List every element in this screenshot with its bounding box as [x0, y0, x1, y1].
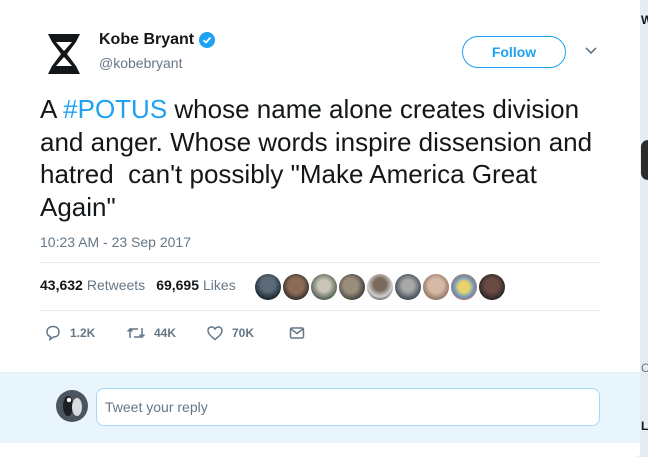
- tweet-actions: 1.2K 44K 70K: [44, 324, 306, 342]
- user-name-row[interactable]: Kobe Bryant: [99, 31, 216, 49]
- liker-avatar[interactable]: [283, 274, 309, 300]
- retweets-count: 43,632: [40, 277, 83, 293]
- chevron-down-icon[interactable]: [584, 46, 598, 56]
- edge-avatar-fragment: [641, 140, 648, 180]
- retweet-count: 44K: [154, 326, 177, 340]
- tweet-text-before: A: [40, 94, 64, 124]
- reply-button[interactable]: 1.2K: [44, 324, 126, 342]
- liker-avatar[interactable]: [255, 274, 281, 300]
- divider: [40, 262, 600, 263]
- likes-label: Likes: [203, 277, 236, 293]
- tweet-card: Kobe Bryant @kobebryant Follow A #POTUS …: [0, 0, 640, 457]
- likes-count: 69,695: [156, 277, 200, 293]
- retweets-stat[interactable]: 43,632 Retweets: [40, 277, 145, 293]
- user-handle[interactable]: @kobebryant: [99, 55, 182, 71]
- like-count: 70K: [232, 326, 255, 340]
- edge-fragment: W: [641, 13, 648, 27]
- retweet-icon: [126, 327, 146, 339]
- reply-count: 1.2K: [70, 326, 96, 340]
- liker-avatars: [255, 274, 505, 300]
- follow-button[interactable]: Follow: [462, 36, 566, 68]
- tweet-timestamp[interactable]: 10:23 AM - 23 Sep 2017: [40, 234, 191, 250]
- liker-avatar[interactable]: [311, 274, 337, 300]
- verified-badge-icon: [199, 32, 216, 48]
- user-avatar-icon: [56, 390, 88, 422]
- divider: [40, 310, 600, 311]
- user-name[interactable]: Kobe Bryant: [99, 31, 194, 49]
- reply-input[interactable]: Tweet your reply: [96, 388, 600, 426]
- like-button[interactable]: 70K: [206, 324, 288, 342]
- hashtag-link[interactable]: #POTUS: [63, 94, 167, 124]
- likes-stat[interactable]: 69,695 Likes: [156, 277, 236, 293]
- envelope-icon: [289, 327, 305, 339]
- edge-fragment: C: [641, 361, 648, 375]
- liker-avatar[interactable]: [367, 274, 393, 300]
- liker-avatar[interactable]: [479, 274, 505, 300]
- retweets-label: Retweets: [86, 277, 146, 293]
- current-user-avatar[interactable]: [56, 390, 88, 422]
- liker-avatar[interactable]: [339, 274, 365, 300]
- reply-icon: [46, 325, 60, 342]
- edge-fragment: L: [641, 419, 648, 433]
- liker-avatar[interactable]: [423, 274, 449, 300]
- hourglass-logo-icon: [48, 34, 80, 74]
- direct-message-button[interactable]: [288, 324, 306, 342]
- tweet-text: A #POTUS whose name alone creates divisi…: [40, 93, 610, 223]
- heart-icon: [207, 326, 223, 341]
- liker-avatar[interactable]: [395, 274, 421, 300]
- profile-avatar[interactable]: [40, 30, 88, 78]
- tweet-stats: 43,632 Retweets 69,695 Likes: [40, 277, 247, 293]
- liker-avatar[interactable]: [451, 274, 477, 300]
- retweet-button[interactable]: 44K: [126, 324, 206, 342]
- page-background-edge: [640, 0, 648, 457]
